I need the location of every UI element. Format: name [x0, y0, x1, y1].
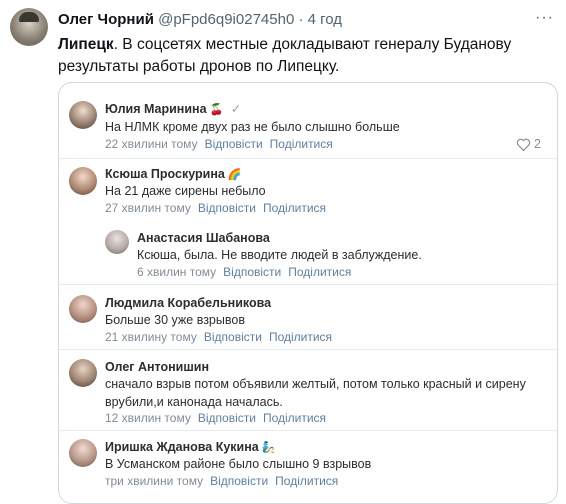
comment-author[interactable]: Иришка Жданова Кукина 🧞	[105, 440, 275, 454]
reply-link[interactable]: Відповісти	[204, 330, 262, 344]
avatar[interactable]	[69, 359, 97, 387]
comment-time[interactable]: три хвилини тому	[105, 474, 203, 488]
divider	[59, 158, 557, 159]
comment-author[interactable]: Анастасия Шабанова	[137, 231, 270, 245]
comment-meta: 21 хвилину тому Відповісти Поділитися	[105, 330, 332, 344]
reply-link[interactable]: Відповісти	[198, 201, 256, 215]
comment-text: сначало взрыв потом объявили желтый, пот…	[105, 377, 526, 409]
author-name[interactable]: Олег Чорний	[58, 11, 154, 28]
avatar[interactable]	[69, 167, 97, 195]
author-handle[interactable]: @pFpd6q9i02745h0	[158, 11, 294, 28]
comment-time[interactable]: 21 хвилину тому	[105, 330, 197, 344]
comment-time[interactable]: 6 хвилин тому	[137, 265, 216, 279]
comment-time[interactable]: 22 хвилини тому	[105, 137, 198, 151]
genie-emoji-icon: 🧞	[261, 442, 276, 454]
cherry-emoji-icon: 🍒	[209, 104, 224, 116]
tweet: Олег Чорний @pFpd6q9i02745h0 · 4 год ···…	[0, 0, 566, 504]
tweet-text: Липецк. В соцсетях местные докладывают г…	[58, 34, 558, 78]
avatar[interactable]	[105, 230, 129, 254]
comment-meta: 27 хвилин тому Відповісти Поділитися	[105, 201, 326, 215]
author-avatar[interactable]	[10, 8, 48, 46]
comment-meta: 12 хвилин тому Відповісти Поділитися	[105, 411, 326, 425]
share-link[interactable]: Поділитися	[269, 330, 332, 344]
share-link[interactable]: Поділитися	[263, 201, 326, 215]
comment-meta: 22 хвилини тому Відповісти Поділитися	[105, 137, 333, 151]
reply-link[interactable]: Відповісти	[223, 265, 281, 279]
verified-check-icon: ✓	[230, 102, 242, 116]
rainbow-emoji-icon: 🌈	[227, 169, 242, 181]
comment-text: Ксюша, была. Не вводите людей в заблужде…	[137, 248, 422, 262]
comment-author-name: Ксюша Проскурина	[105, 167, 225, 181]
comment-author[interactable]: Ксюша Проскурина 🌈	[105, 167, 242, 181]
comment-text: На 21 даже сирены небыло	[105, 184, 266, 198]
reply-link[interactable]: Відповісти	[205, 137, 263, 151]
comment-time[interactable]: 27 хвилин тому	[105, 201, 191, 215]
share-link[interactable]: Поділитися	[288, 265, 351, 279]
reply-link[interactable]: Відповісти	[210, 474, 268, 488]
share-link[interactable]: Поділитися	[270, 137, 333, 151]
share-link[interactable]: Поділитися	[275, 474, 338, 488]
like-button[interactable]: 2	[516, 137, 541, 151]
divider	[59, 349, 557, 350]
avatar[interactable]	[69, 295, 97, 323]
comment-text: На НЛМК кроме двух раз не было слышно бо…	[105, 120, 400, 134]
comment-author[interactable]: Юлия Маринина 🍒 ✓	[105, 101, 241, 116]
like-count: 2	[534, 137, 541, 151]
tweet-text-bold: Липецк	[58, 36, 114, 53]
dot-separator: ·	[298, 11, 304, 28]
tweet-text-rest: . В соцсетях местные докладывают генерал…	[58, 36, 512, 75]
comment-author[interactable]: Олег Антонишин	[105, 360, 209, 374]
tweet-header: Олег Чорний @pFpd6q9i02745h0 · 4 год	[58, 11, 342, 28]
comment-author[interactable]: Людмила Корабельникова	[105, 296, 271, 310]
comment-author-name: Юлия Маринина	[105, 102, 207, 116]
attached-screenshot[interactable]: Юлия Маринина 🍒 ✓ На НЛМК кроме двух раз …	[58, 82, 558, 504]
comment-author-name: Иришка Жданова Кукина	[105, 440, 259, 454]
comment-text: В Усманском районе было слышно 9 взрывов	[105, 457, 372, 471]
avatar[interactable]	[69, 101, 97, 129]
share-link[interactable]: Поділитися	[263, 411, 326, 425]
heart-icon	[516, 138, 531, 151]
comment-meta: 6 хвилин тому Відповісти Поділитися	[137, 265, 351, 279]
comment-text: Больше 30 уже взрывов	[105, 313, 245, 327]
divider	[59, 430, 557, 431]
comment-meta: три хвилини тому Відповісти Поділитися	[105, 474, 338, 488]
more-options-icon[interactable]: ···	[535, 9, 554, 27]
divider	[59, 284, 557, 285]
reply-link[interactable]: Відповісти	[198, 411, 256, 425]
comment-time[interactable]: 12 хвилин тому	[105, 411, 191, 425]
tweet-time[interactable]: 4 год	[308, 11, 342, 28]
avatar[interactable]	[69, 439, 97, 467]
